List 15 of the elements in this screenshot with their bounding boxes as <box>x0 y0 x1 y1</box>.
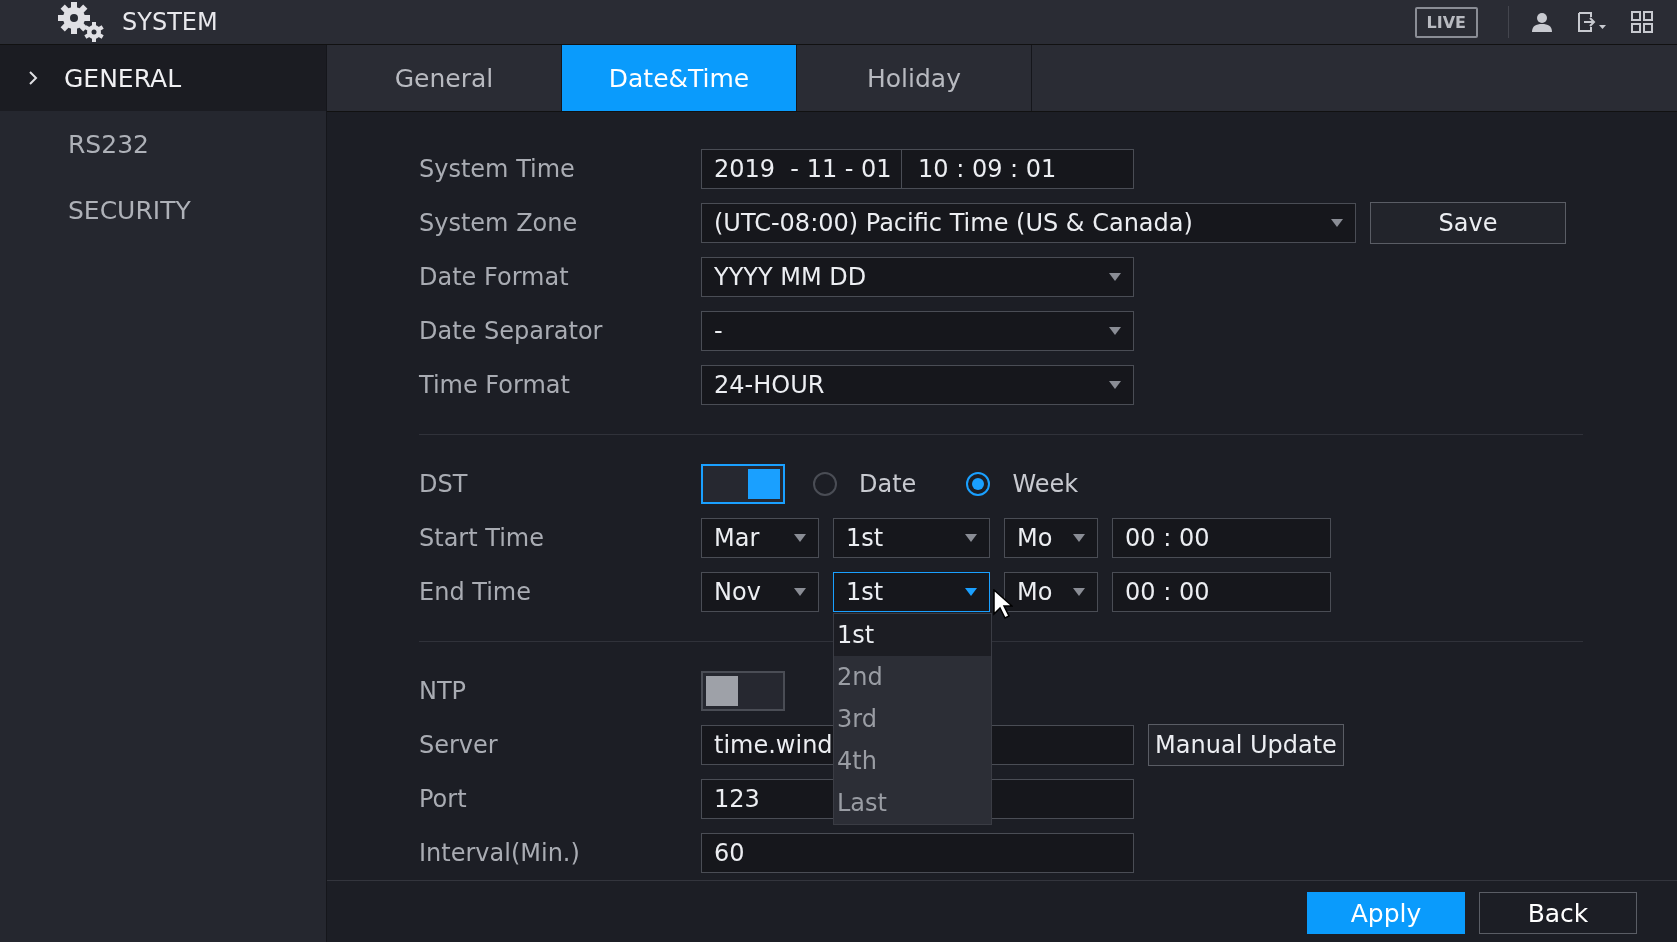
field-label: DST <box>419 470 469 498</box>
field-label: Date Format <box>419 263 570 291</box>
field-label: Server <box>419 731 499 759</box>
field-label: System Time <box>419 155 576 183</box>
field-label: Interval(Min.) <box>419 839 581 867</box>
page-title: SYSTEM <box>122 8 219 36</box>
field-label: Date Separator <box>419 317 604 345</box>
field-label: NTP <box>419 677 468 705</box>
field-label: End Time <box>419 578 532 606</box>
field-label: Start Time <box>419 524 545 552</box>
field-label: System Zone <box>419 209 579 237</box>
radio-label: Date <box>859 470 917 498</box>
field-label: Time Format <box>419 371 571 399</box>
field-label: Port <box>419 785 468 813</box>
radio-label: Week <box>1012 470 1079 498</box>
